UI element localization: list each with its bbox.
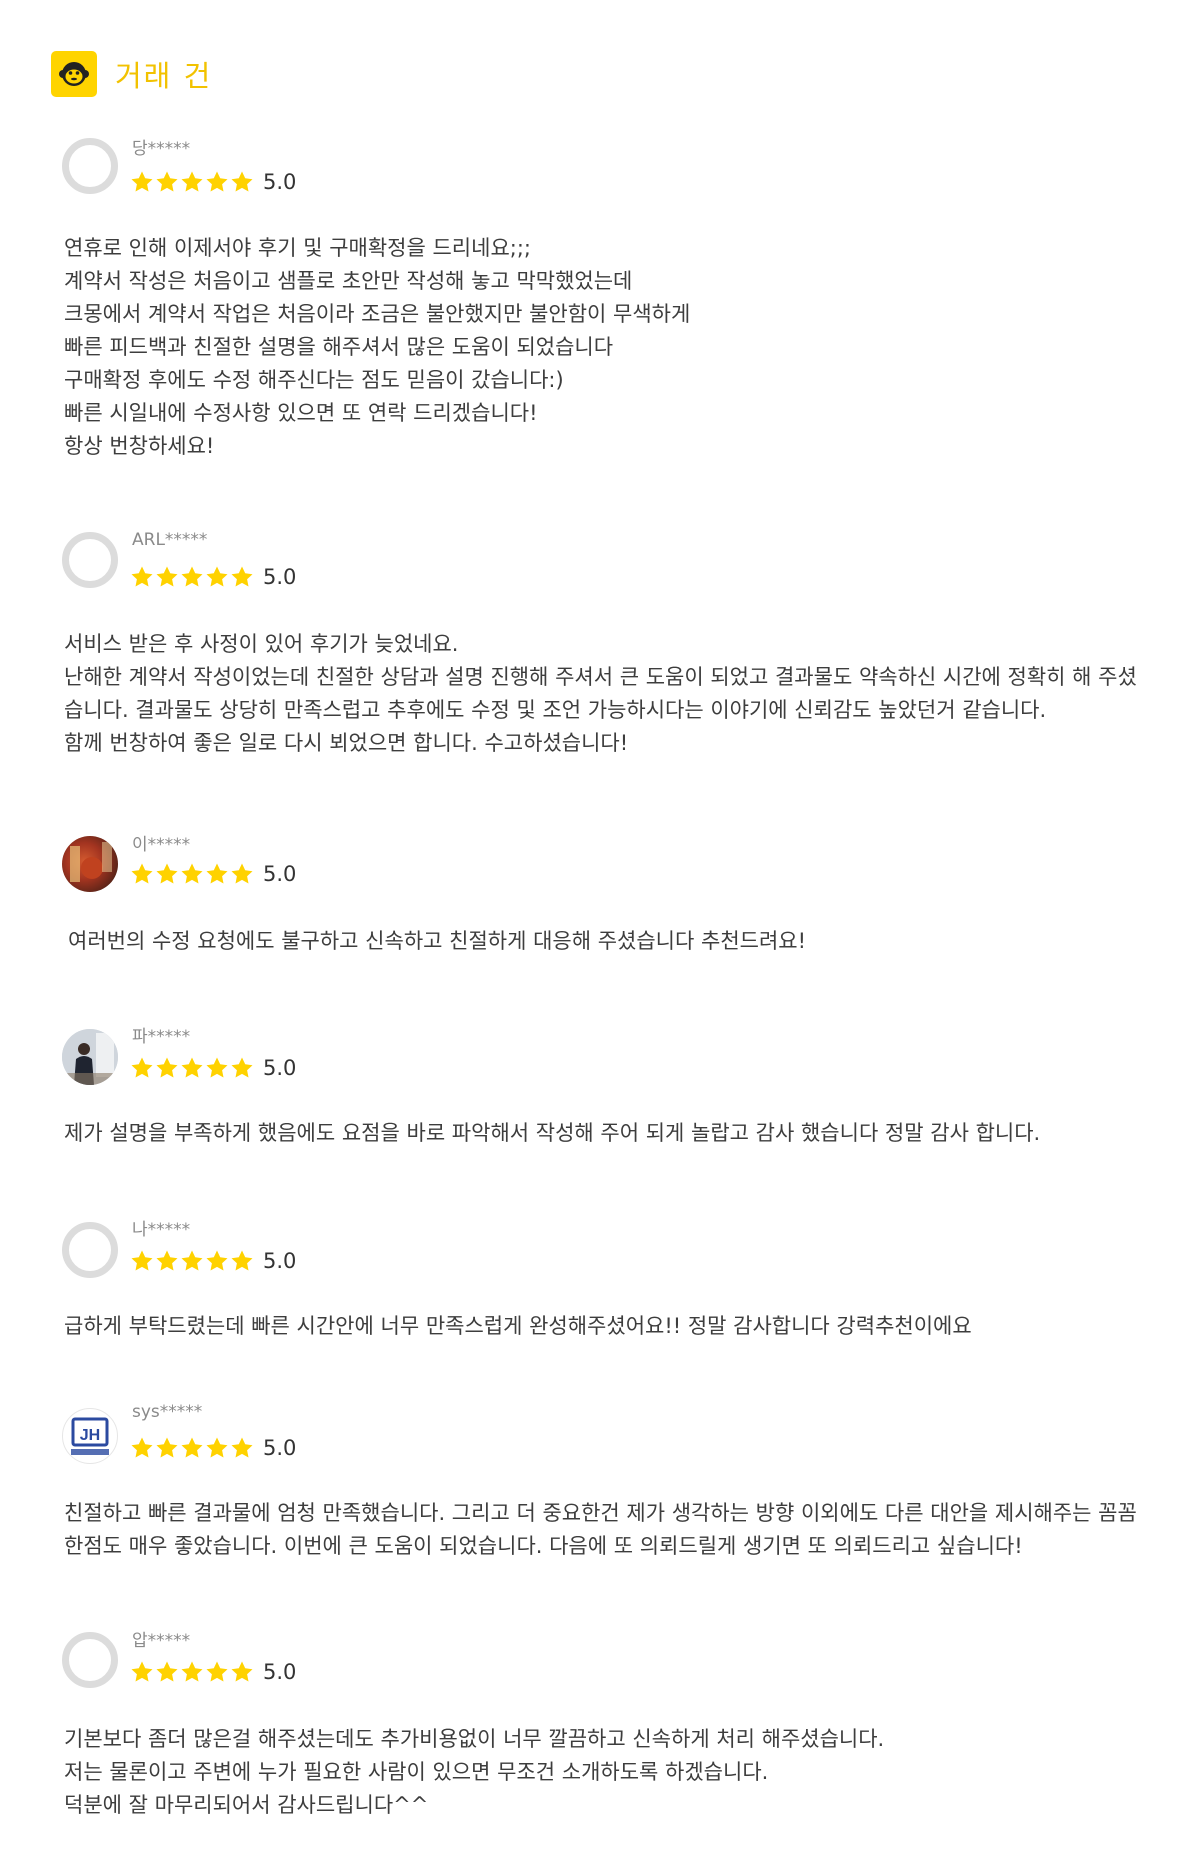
avatar [62, 1632, 118, 1688]
rating: 5.0 [130, 565, 296, 589]
rating: 5.0 [130, 862, 296, 886]
star-icon [206, 863, 228, 884]
reviewer-name: 이***** [132, 835, 191, 855]
star-icon [131, 863, 153, 884]
avatar [62, 1029, 118, 1085]
rating-score: 5.0 [263, 862, 297, 886]
section-title: 거래 건 [115, 59, 213, 93]
star-icon [131, 1661, 153, 1682]
star-icon [206, 171, 228, 192]
rating-score: 5.0 [263, 1436, 297, 1460]
star-icon [231, 1661, 253, 1682]
rating-score: 5.0 [263, 1249, 297, 1273]
star-icon [156, 1437, 178, 1458]
rating-score: 5.0 [263, 1660, 297, 1684]
star-icon [231, 171, 253, 192]
rating-score: 5.0 [263, 170, 297, 194]
star-icon [206, 1437, 228, 1458]
star-icon [156, 1661, 178, 1682]
review-text: 친절하고 빠른 결과물에 엄청 만족했습니다. 그리고 더 중요한건 제가 생각… [64, 1501, 1137, 1558]
review-text: 여러번의 수정 요청에도 불구하고 신속하고 친절하게 대응해 주셨습니다 추천… [68, 929, 807, 953]
reviewer-name: 나***** [132, 1220, 191, 1240]
star-icon [131, 171, 153, 192]
star-icon [206, 1661, 228, 1682]
rating: 5.0 [130, 1436, 296, 1460]
star-icon [156, 1250, 178, 1271]
rating: 5.0 [130, 1660, 296, 1684]
star-icon [181, 1250, 203, 1271]
star-rating [130, 1436, 255, 1460]
star-rating [130, 1660, 255, 1684]
reviewer-name: 당***** [132, 139, 191, 159]
rating: 5.0 [130, 170, 296, 194]
review-text: 급하게 부탁드렸는데 빠른 시간안에 너무 만족스럽게 완성해주셨어요!! 정말… [64, 1314, 972, 1338]
star-icon [206, 1057, 228, 1078]
star-rating [130, 565, 255, 589]
monkey-icon [51, 51, 97, 97]
star-icon [131, 566, 153, 587]
avatar [62, 532, 118, 588]
star-icon [131, 1057, 153, 1078]
star-icon [231, 1057, 253, 1078]
star-icon [131, 1437, 153, 1458]
rating-score: 5.0 [263, 565, 297, 589]
star-icon [206, 566, 228, 587]
rating-score: 5.0 [263, 1056, 297, 1080]
star-icon [231, 1250, 253, 1271]
star-icon [231, 1437, 253, 1458]
star-icon [181, 171, 203, 192]
star-icon [231, 863, 253, 884]
review-text: 연휴로 인해 이제서야 후기 및 구매확정을 드리네요;;; 계약서 작성은 처… [64, 236, 691, 458]
svg-text:JH: JH [80, 1427, 100, 1444]
rating: 5.0 [130, 1056, 296, 1080]
star-icon [206, 1250, 228, 1271]
reviewer-name: ARL***** [132, 530, 208, 550]
star-icon [156, 1057, 178, 1078]
avatar: JH [62, 1408, 118, 1464]
avatar [62, 1222, 118, 1278]
star-icon [181, 1437, 203, 1458]
review-text: 서비스 받은 후 사정이 있어 후기가 늦었네요. 난해한 계약서 작성이었는데… [64, 632, 1137, 755]
star-icon [181, 1661, 203, 1682]
star-icon [181, 1057, 203, 1078]
star-rating [130, 1249, 255, 1273]
star-icon [156, 566, 178, 587]
review-text: 기본보다 좀더 많은걸 해주셨는데도 추가비용없이 너무 깔끔하고 신속하게 처… [64, 1727, 885, 1817]
star-icon [181, 566, 203, 587]
reviewer-name: 파***** [132, 1027, 191, 1047]
star-icon [156, 863, 178, 884]
star-rating [130, 862, 255, 886]
reviewer-name: sys***** [132, 1402, 203, 1422]
star-rating [130, 1056, 255, 1080]
review-text: 제가 설명을 부족하게 했음에도 요점을 바로 파악해서 작성해 주어 되게 놀… [64, 1121, 1041, 1145]
rating: 5.0 [130, 1249, 296, 1273]
star-icon [156, 171, 178, 192]
reviewer-name: 압***** [132, 1631, 191, 1651]
avatar [62, 836, 118, 892]
star-icon [131, 1250, 153, 1271]
star-icon [231, 566, 253, 587]
star-rating [130, 170, 255, 194]
section-header: 거래 건 [51, 51, 212, 97]
star-icon [181, 863, 203, 884]
avatar [62, 138, 118, 194]
